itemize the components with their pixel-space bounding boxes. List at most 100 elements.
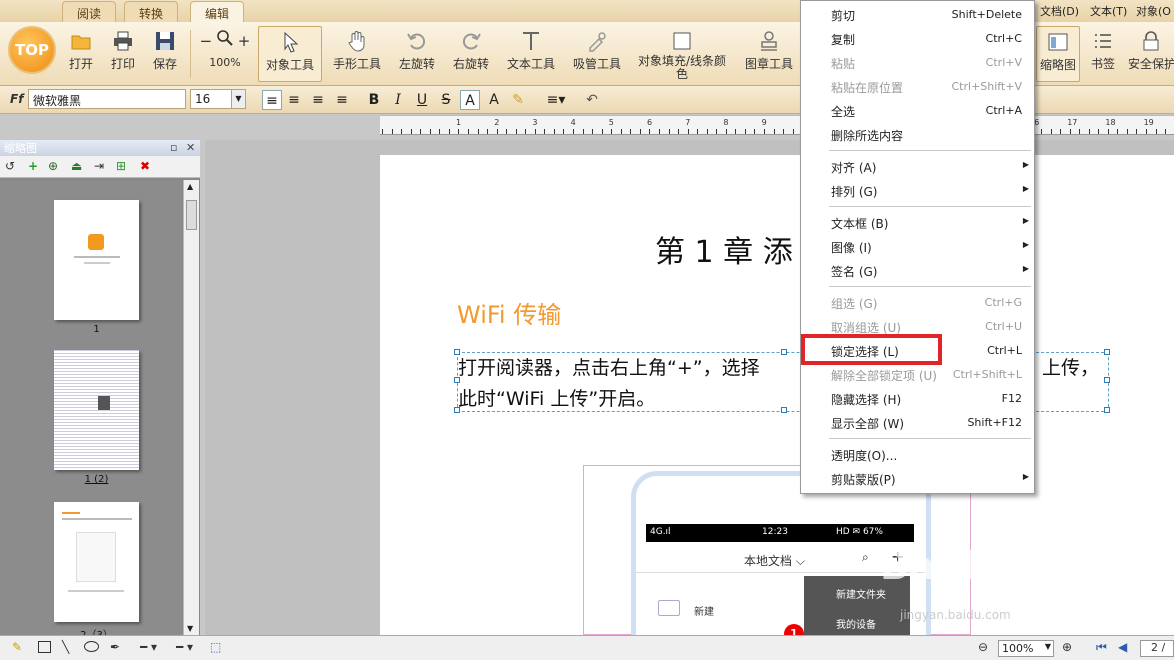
select-area-icon[interactable]: ⬚ [210, 640, 221, 654]
zoom-control[interactable]: − + 100% [194, 26, 256, 82]
resize-handle[interactable] [454, 349, 460, 355]
context-menu-item[interactable]: 签名 (G) ▶ [801, 259, 1034, 283]
rotate-right-button[interactable]: 右旋转 [448, 26, 494, 82]
align-right-icon[interactable]: ≡ [308, 90, 328, 110]
extract-page-icon[interactable]: ⏏ [71, 159, 82, 173]
resize-handle[interactable] [1104, 407, 1110, 413]
panel-header: 缩略图 ▫ ✕ [0, 140, 200, 156]
font-size-field[interactable]: 16 ▼ [190, 89, 246, 109]
object-tool-button[interactable]: 对象工具 [258, 26, 322, 82]
text-tool-button[interactable]: 文本工具 [504, 26, 558, 82]
app-logo[interactable]: TOP [8, 26, 56, 74]
hand-tool-button[interactable]: 手形工具 [328, 26, 386, 82]
page-thumbnail-3[interactable] [54, 502, 139, 622]
context-menu-item[interactable]: 粘贴 Ctrl+V [801, 51, 1034, 75]
resize-handle[interactable] [454, 377, 460, 383]
zoom-in-icon[interactable]: ⊕ [1062, 640, 1072, 654]
pin-icon[interactable]: ▫ [170, 141, 177, 154]
ruler-tick [1098, 129, 1100, 134]
context-menu-item[interactable]: 组选 (G) Ctrl+G [801, 291, 1034, 315]
line-spacing-icon[interactable]: ≡▾ [540, 90, 572, 110]
context-menu-item[interactable]: 复制 Ctrl+C [801, 27, 1034, 51]
font-family-field[interactable]: 微软雅黑 [28, 89, 186, 109]
context-menu-item[interactable]: 全选 Ctrl+A [801, 99, 1034, 123]
tab-read[interactable]: 阅读 [62, 1, 117, 22]
superscript-icon[interactable]: A [460, 90, 480, 110]
scroll-down-icon[interactable]: ▼ [187, 624, 193, 633]
ellipse-icon[interactable] [84, 641, 99, 652]
context-menu-item[interactable]: 隐藏选择 (H) F12 [801, 387, 1034, 411]
resize-handle[interactable] [1104, 377, 1110, 383]
context-menu-item[interactable]: 显示全部 (W) Shift+F12 [801, 411, 1034, 435]
rectangle-icon[interactable] [38, 641, 51, 653]
first-page-icon[interactable]: ⏮ [1096, 640, 1107, 655]
bookmark-button[interactable]: 书签 [1084, 26, 1122, 82]
menu-document[interactable]: 文档(D) [1040, 3, 1079, 19]
strikethrough-icon[interactable]: S [436, 90, 456, 110]
thumbnail-button[interactable]: 缩略图 [1036, 26, 1080, 82]
align-center-icon[interactable]: ≡ [284, 90, 304, 110]
underline-icon[interactable]: U [412, 90, 432, 110]
align-justify-icon[interactable]: ≡ [332, 90, 352, 110]
eyedropper-button[interactable]: 吸管工具 [570, 26, 624, 82]
tab-convert[interactable]: 转换 [124, 1, 179, 22]
align-left-icon[interactable]: ≡ [262, 90, 282, 110]
context-menu-item[interactable]: 粘贴在原位置 Ctrl+Shift+V [801, 75, 1034, 99]
chevron-down-icon[interactable]: ▼ [1045, 642, 1051, 651]
open-button[interactable]: 打开 [62, 26, 100, 82]
line-style-icon[interactable]: ━ ▾ [140, 640, 157, 654]
pencil-icon[interactable]: ✎ [12, 640, 22, 654]
subscript-icon[interactable]: A [484, 90, 504, 110]
bold-icon[interactable]: B [364, 90, 384, 110]
fill-stroke-button[interactable]: 对象填充/线条颜色 [634, 26, 730, 82]
close-icon[interactable]: ✕ [186, 141, 195, 154]
zoom-out-icon[interactable]: ⊖ [978, 640, 988, 654]
context-menu-item[interactable]: 剪切 Shift+Delete [801, 3, 1034, 27]
page-thumbnail-2[interactable] [54, 350, 139, 470]
pen-nib-icon[interactable]: ✒ [110, 640, 120, 654]
delete-page-icon[interactable]: ✖ [140, 159, 150, 173]
magnifier-icon [217, 30, 233, 46]
undo-icon[interactable]: ↶ [582, 90, 602, 110]
context-menu-item[interactable]: 对齐 (A) ▶ [801, 155, 1034, 179]
context-menu-item[interactable]: 解除全部锁定项 (U) Ctrl+Shift+L [801, 363, 1034, 387]
stamp-tool-button[interactable]: 图章工具 [742, 26, 796, 82]
replace-page-icon[interactable]: ⊞ [116, 159, 126, 173]
security-button[interactable]: 安全保护 [1128, 26, 1174, 82]
resize-handle[interactable] [1104, 349, 1110, 355]
context-menu-item[interactable]: 文本框 (B) ▶ [801, 211, 1034, 235]
context-menu-item[interactable]: 剪贴蒙版(P) ▶ [801, 467, 1034, 491]
zoom-field[interactable]: 100% ▼ [998, 640, 1054, 657]
page-number-field[interactable]: 2 / [1140, 640, 1174, 657]
resize-handle[interactable] [454, 407, 460, 413]
context-menu-item[interactable]: 排列 (G) ▶ [801, 179, 1034, 203]
scroll-up-icon[interactable]: ▲ [187, 182, 193, 191]
scrollbar-thumb[interactable] [186, 200, 197, 230]
context-menu-item[interactable]: 透明度(O)... [801, 443, 1034, 467]
highlight-pen-icon[interactable]: ✎ [508, 90, 528, 110]
context-menu-item[interactable]: 删除所选内容 [801, 123, 1034, 147]
ruler-tick [582, 129, 584, 134]
previous-page-icon[interactable]: ◀ [1118, 640, 1127, 654]
line-icon[interactable]: ╲ [62, 640, 69, 654]
rotate-left-button[interactable]: 左旋转 [394, 26, 440, 82]
italic-icon[interactable]: I [388, 90, 408, 110]
menu-object[interactable]: 对象(O [1136, 3, 1171, 19]
save-button[interactable]: 保存 [146, 26, 184, 82]
page-thumbnail-1[interactable] [54, 200, 139, 320]
resize-handle[interactable] [781, 407, 787, 413]
export-page-icon[interactable]: ⇥ [94, 159, 104, 173]
refresh-icon[interactable]: ↺ [5, 159, 15, 173]
thumbnail-scrollbar[interactable]: ▲ ▼ [183, 180, 199, 635]
insert-page-icon[interactable]: ⊕ [48, 159, 58, 173]
line-width-icon[interactable]: ━ ▾ [176, 640, 193, 654]
add-page-icon[interactable]: + [28, 159, 38, 173]
folder-icon [71, 35, 91, 50]
context-menu-item[interactable]: 图像 (I) ▶ [801, 235, 1034, 259]
resize-handle[interactable] [781, 349, 787, 355]
menu-text[interactable]: 文本(T) [1090, 3, 1127, 19]
chevron-down-icon[interactable]: ▼ [231, 90, 245, 108]
tab-edit[interactable]: 编辑 [190, 1, 245, 22]
ruler-tick [678, 129, 680, 134]
print-button[interactable]: 打印 [104, 26, 142, 82]
